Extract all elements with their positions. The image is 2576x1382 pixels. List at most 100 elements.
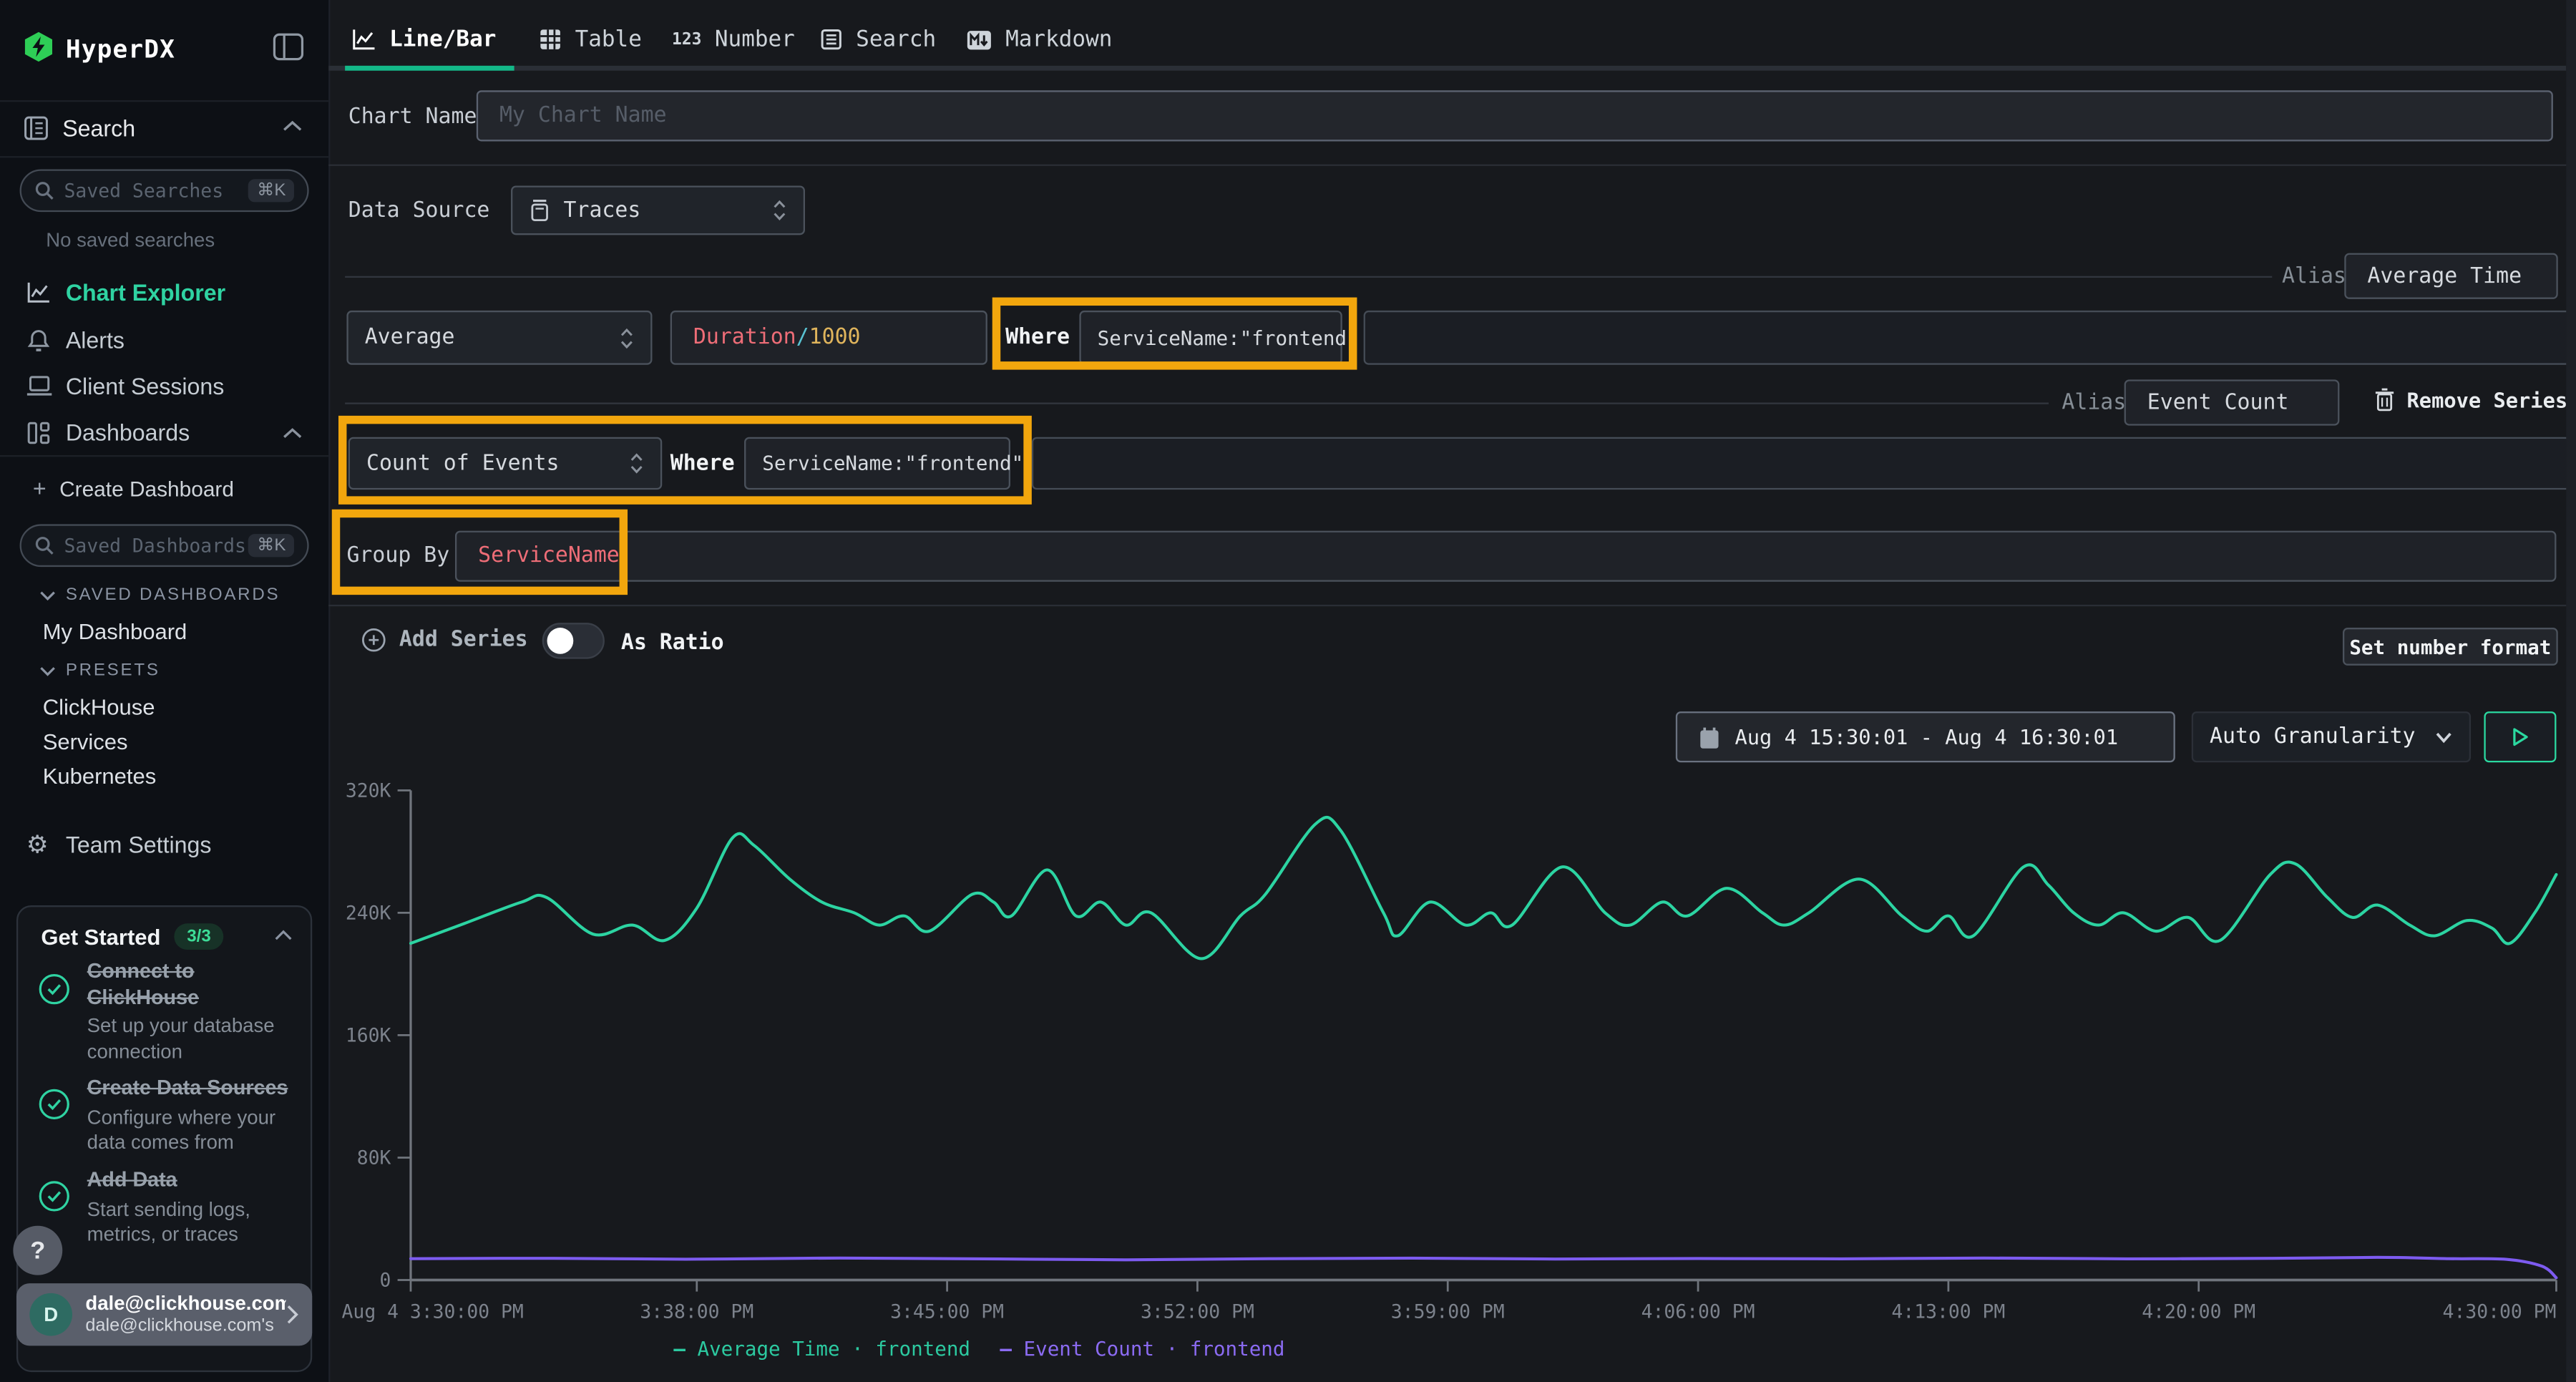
toggle-knob: [547, 628, 574, 654]
series1-alias-input[interactable]: Average Time: [2344, 253, 2557, 299]
series2-aggfn-value: Count of Events: [366, 451, 629, 475]
group-by-input[interactable]: ServiceName: [455, 531, 2556, 582]
series2-where-value: ServiceName:"frontend": [762, 452, 1023, 475]
legend-item[interactable]: — Event Count · frontend: [1000, 1338, 1284, 1361]
search-icon: [34, 535, 54, 555]
search-icon: [34, 181, 54, 201]
sidebar-item-team-settings[interactable]: ⚙ Team Settings: [0, 823, 328, 866]
chevron-up-icon: [283, 120, 303, 133]
svg-text:4:30:00 PM: 4:30:00 PM: [2443, 1300, 2557, 1323]
chevron-updown-icon: [620, 326, 635, 349]
user-team: dale@clickhouse.com's: [85, 1315, 286, 1337]
saved-dashboards-section-header[interactable]: SAVED DASHBOARDS: [39, 585, 280, 605]
task-desc: Set up your database connection: [87, 1014, 298, 1066]
series2-where-input[interactable]: ServiceName:"frontend": [744, 437, 1010, 490]
saved-searches-input[interactable]: Saved Searches ⌘K: [20, 169, 309, 212]
chevron-up-icon: [283, 427, 303, 440]
timeseries-chart[interactable]: 080K160K240K320KAug 4 3:30:00 PM3:38:00 …: [328, 748, 2576, 1340]
trash-icon: [2374, 388, 2396, 412]
chevron-up-icon[interactable]: [274, 930, 292, 941]
legend-item[interactable]: — Average Time · frontend: [673, 1338, 970, 1361]
chevron-right-icon: [286, 1305, 298, 1325]
sidebar-item-label: Alerts: [66, 327, 125, 354]
as-ratio-toggle[interactable]: [542, 623, 605, 659]
chevron-down-icon: [39, 665, 56, 676]
series2-alias-value: Event Count: [2147, 390, 2289, 414]
tab-line-bar[interactable]: Line/Bar: [351, 16, 496, 62]
sidebar-item-my-dashboard[interactable]: My Dashboard: [43, 620, 187, 644]
saved-searches-placeholder: Saved Searches: [64, 179, 249, 202]
sidebar-item-alerts[interactable]: Alerts: [0, 318, 328, 361]
task-title: Add Data: [87, 1168, 301, 1194]
series1-field-input[interactable]: Duration/1000: [670, 311, 987, 365]
section-divider: [328, 605, 2576, 606]
series1-where-value: ServiceName:"frontend": [1098, 326, 1359, 349]
task-desc: Configure where your data comes from: [87, 1105, 301, 1157]
get-started-header[interactable]: Get Started 3/3: [41, 923, 224, 950]
tab-table[interactable]: Table: [539, 16, 642, 62]
series2-query-field[interactable]: SQL|Lucene: [1032, 437, 2576, 490]
chart-name-input[interactable]: My Chart Name: [477, 90, 2553, 141]
tab-label: Line/Bar: [389, 26, 496, 53]
check-circle-icon: [38, 1179, 71, 1212]
sidebar-item-clickhouse[interactable]: ClickHouse: [43, 695, 155, 719]
data-source-select[interactable]: Traces: [511, 185, 805, 235]
time-range-value: Aug 4 15:30:01 - Aug 4 16:30:01: [1735, 725, 2118, 749]
series1-aggfn-value: Average: [365, 326, 620, 350]
svg-text:320K: 320K: [346, 780, 391, 802]
svg-text:3:52:00 PM: 3:52:00 PM: [1141, 1300, 1254, 1323]
tab-label: Search: [856, 26, 936, 53]
group-by-label: Group By: [346, 544, 449, 568]
remove-series-button[interactable]: Remove Series: [2374, 388, 2568, 412]
saved-dashboards-input[interactable]: Saved Dashboards ⌘K: [20, 524, 309, 567]
get-started-item[interactable]: Connect to ClickHouse Set up your databa…: [87, 960, 298, 1066]
sidebar-item-chart-explorer[interactable]: Chart Explorer: [0, 271, 328, 314]
table-icon: [539, 28, 562, 51]
task-title: Connect to ClickHouse: [87, 960, 298, 1011]
help-button[interactable]: ?: [13, 1226, 62, 1275]
collapse-sidebar-icon[interactable]: [273, 33, 304, 61]
task-title: Create Data Sources: [87, 1076, 301, 1102]
svg-text:Aug 4 3:30:00 PM: Aug 4 3:30:00 PM: [342, 1300, 524, 1323]
search-list-icon: [820, 28, 843, 51]
presets-section-header[interactable]: PRESETS: [39, 661, 160, 681]
sidebar-item-dashboards[interactable]: Dashboards: [0, 411, 328, 454]
tab-markdown[interactable]: Markdown: [966, 16, 1112, 62]
chart-name-placeholder: My Chart Name: [499, 104, 667, 128]
tab-search[interactable]: Search: [820, 16, 937, 62]
sidebar-item-kubernetes[interactable]: Kubernetes: [43, 764, 157, 789]
task-desc: Start sending logs, metrics, or traces: [87, 1197, 301, 1249]
create-dashboard-button[interactable]: + Create Dashboard: [33, 475, 234, 502]
search-section-header[interactable]: Search: [0, 100, 328, 157]
chevron-updown-icon: [629, 452, 644, 475]
series2-alias-input[interactable]: Event Count: [2124, 379, 2340, 425]
svg-text:0: 0: [380, 1270, 391, 1292]
granularity-value: Auto Granularity: [2210, 725, 2435, 749]
series1-where-input[interactable]: ServiceName:"frontend": [1079, 311, 1342, 365]
series2-where-label: Where: [670, 452, 735, 476]
scrollbar-gutter[interactable]: [2566, 0, 2576, 1382]
sidebar: HyperDX Search Saved Searches ⌘K No save…: [0, 0, 330, 1382]
get-started-item[interactable]: Create Data Sources Configure where your…: [87, 1076, 301, 1157]
plus-circle-icon: [361, 628, 386, 652]
data-source-label: Data Source: [348, 199, 490, 223]
series1-aggfn-select[interactable]: Average: [346, 311, 652, 365]
sidebar-item-services[interactable]: Services: [43, 729, 128, 754]
user-menu[interactable]: D dale@clickhouse.com dale@clickhouse.co…: [16, 1283, 312, 1345]
tab-number[interactable]: 123 Number: [672, 16, 795, 62]
sidebar-item-client-sessions[interactable]: Client Sessions: [0, 365, 328, 408]
plus-icon: +: [33, 475, 47, 502]
section-label: PRESETS: [66, 661, 160, 681]
check-circle-icon: [38, 1088, 71, 1121]
group-by-value: ServiceName: [478, 544, 620, 568]
add-series-button[interactable]: Add Series: [361, 628, 528, 652]
alias-label: Alias: [2062, 391, 2126, 415]
shortcut-badge: ⌘K: [249, 534, 294, 557]
get-started-badge: 3/3: [174, 923, 224, 950]
set-number-format-button[interactable]: Set number format: [2343, 628, 2558, 666]
get-started-item[interactable]: Add Data Start sending logs, metrics, or…: [87, 1168, 301, 1248]
series1-query-field[interactable]: SQL|Lucene: [1364, 311, 2576, 365]
section-divider: [328, 165, 2576, 166]
team-settings-label: Team Settings: [66, 832, 212, 858]
series2-aggfn-select[interactable]: Count of Events: [348, 437, 663, 490]
